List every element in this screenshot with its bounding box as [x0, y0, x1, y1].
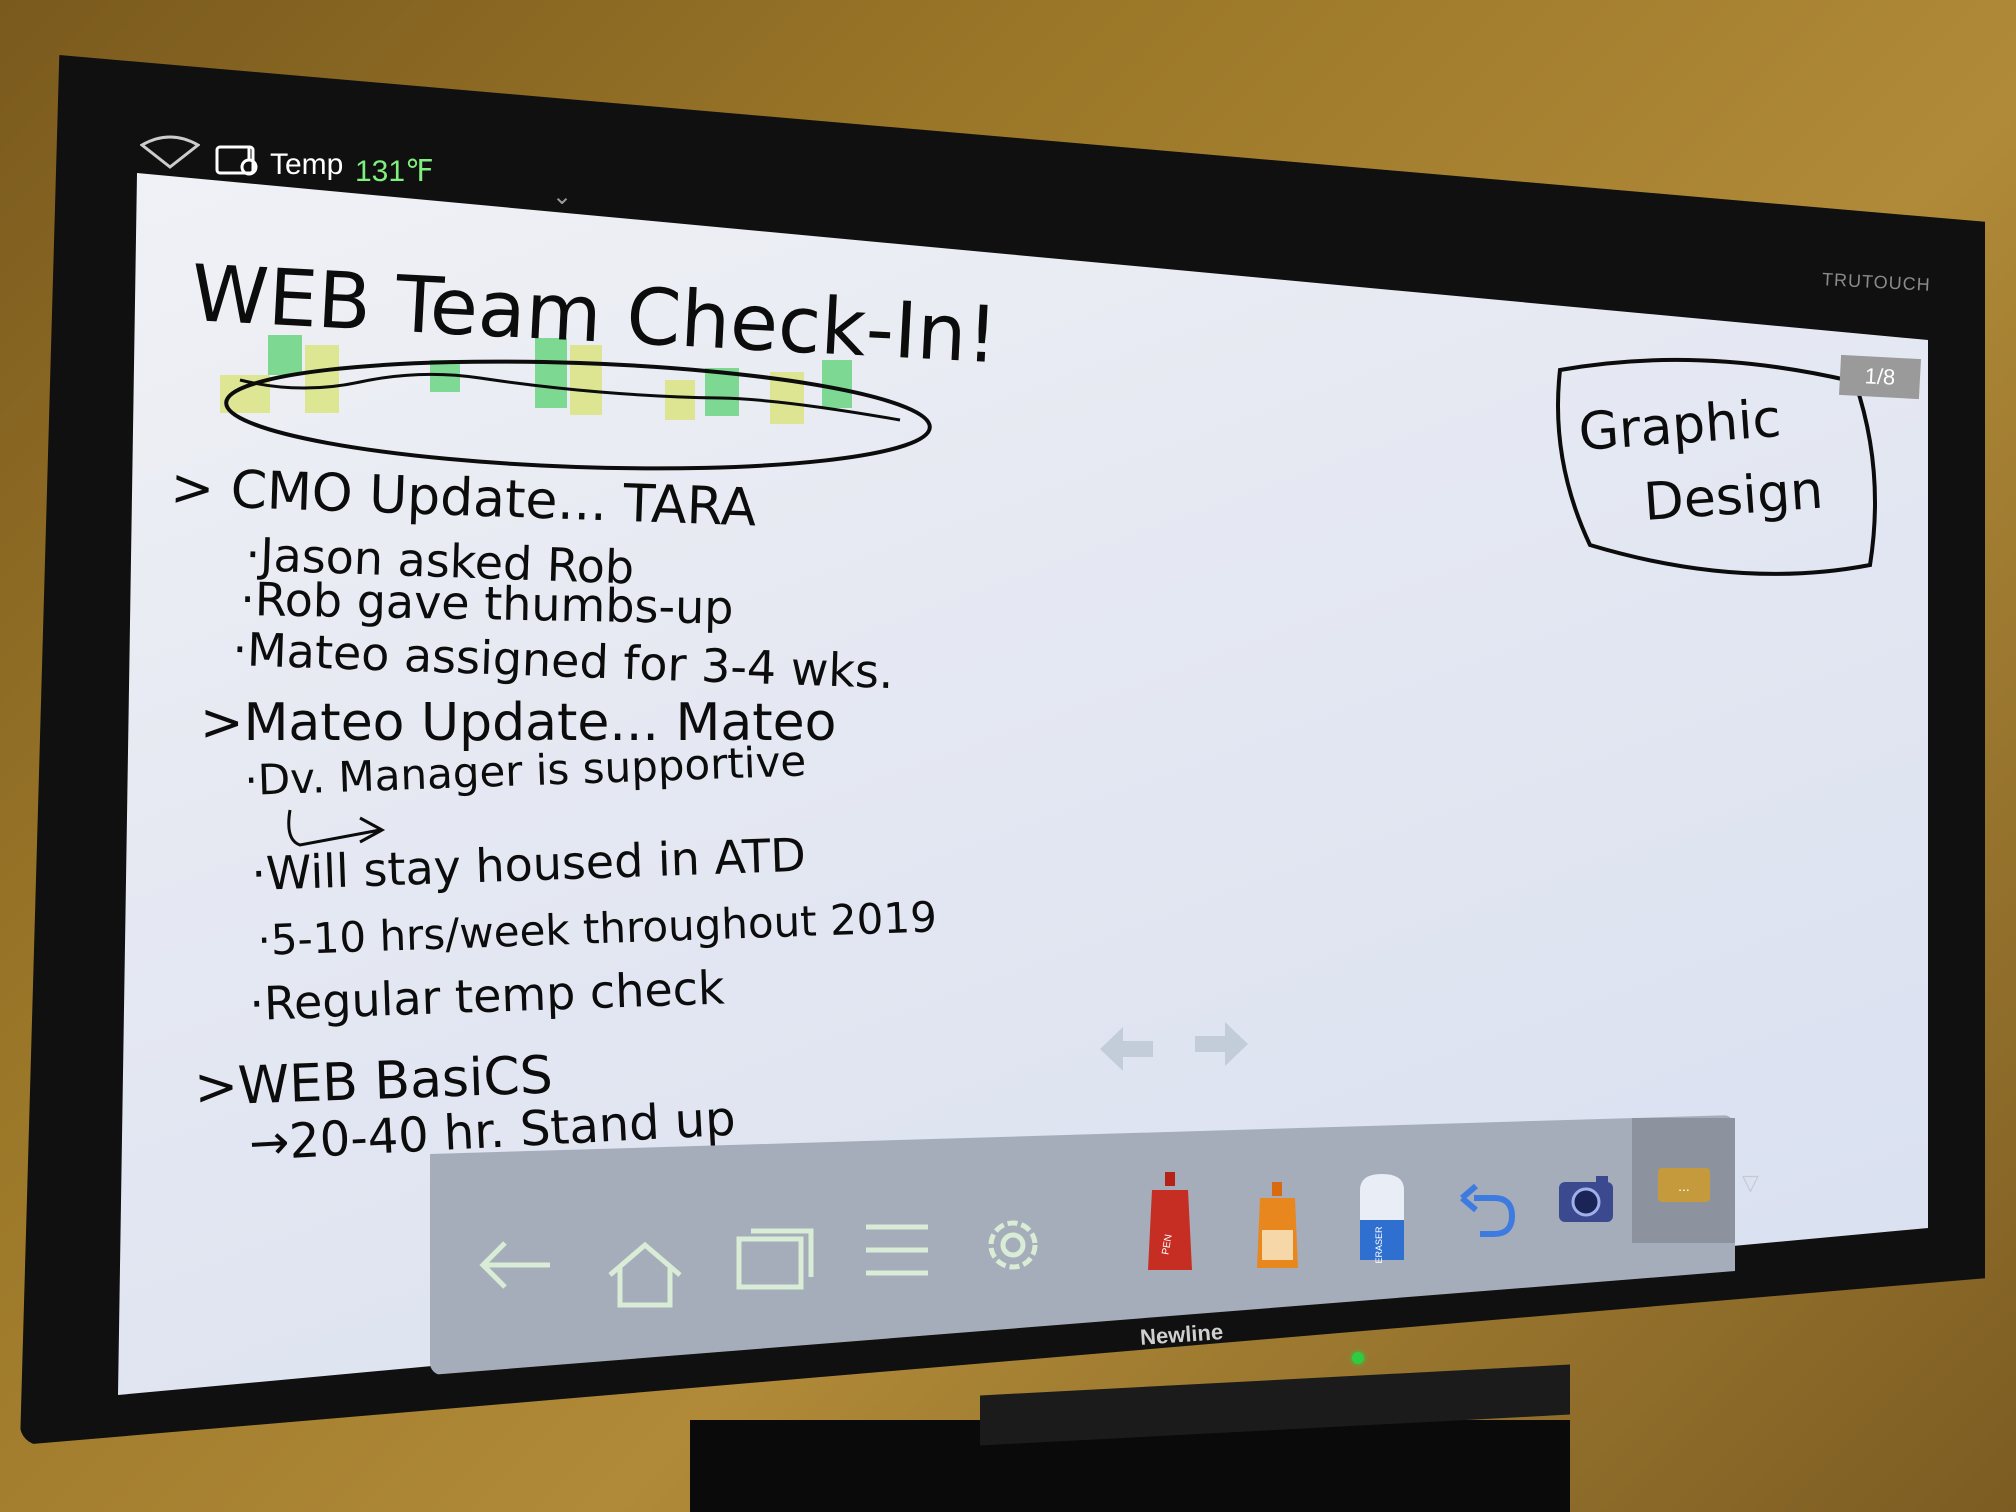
arrow-scribble	[287, 809, 386, 847]
highlighter-icon[interactable]	[1250, 1180, 1305, 1270]
home-icon[interactable]	[605, 1240, 685, 1310]
gear-icon[interactable]	[978, 1210, 1048, 1280]
svg-text:ERASER: ERASER	[1374, 1226, 1384, 1264]
arrow-right-icon[interactable]	[1190, 1010, 1250, 1090]
more-tools-button[interactable]: ...	[1632, 1118, 1735, 1243]
windows-icon[interactable]	[735, 1225, 815, 1295]
undo-icon[interactable]	[1458, 1180, 1518, 1240]
collapse-toolbar-icon[interactable]: ▽	[1742, 1170, 1759, 1196]
section-item: ·Mateo assigned for 3-4 wks.	[232, 622, 895, 699]
page-counter: 1/8	[1839, 354, 1921, 400]
camera-icon[interactable]	[1556, 1172, 1616, 1227]
svg-text:...: ...	[1678, 1178, 1690, 1194]
arrow-left-icon[interactable]	[1098, 1015, 1158, 1095]
pen-tool[interactable]: PEN	[1140, 1170, 1200, 1275]
section-item: ·Regular temp check	[248, 960, 725, 1031]
list-menu-icon[interactable]	[862, 1215, 932, 1285]
boxed-note-line: Graphic	[1577, 389, 1783, 463]
section-item: ·5-10 hrs/week throughout 2019	[257, 892, 938, 965]
eraser-tool[interactable]: ERASER	[1352, 1170, 1412, 1265]
boxed-note-line: Design	[1642, 461, 1825, 533]
back-arrow-icon[interactable]	[475, 1235, 555, 1295]
